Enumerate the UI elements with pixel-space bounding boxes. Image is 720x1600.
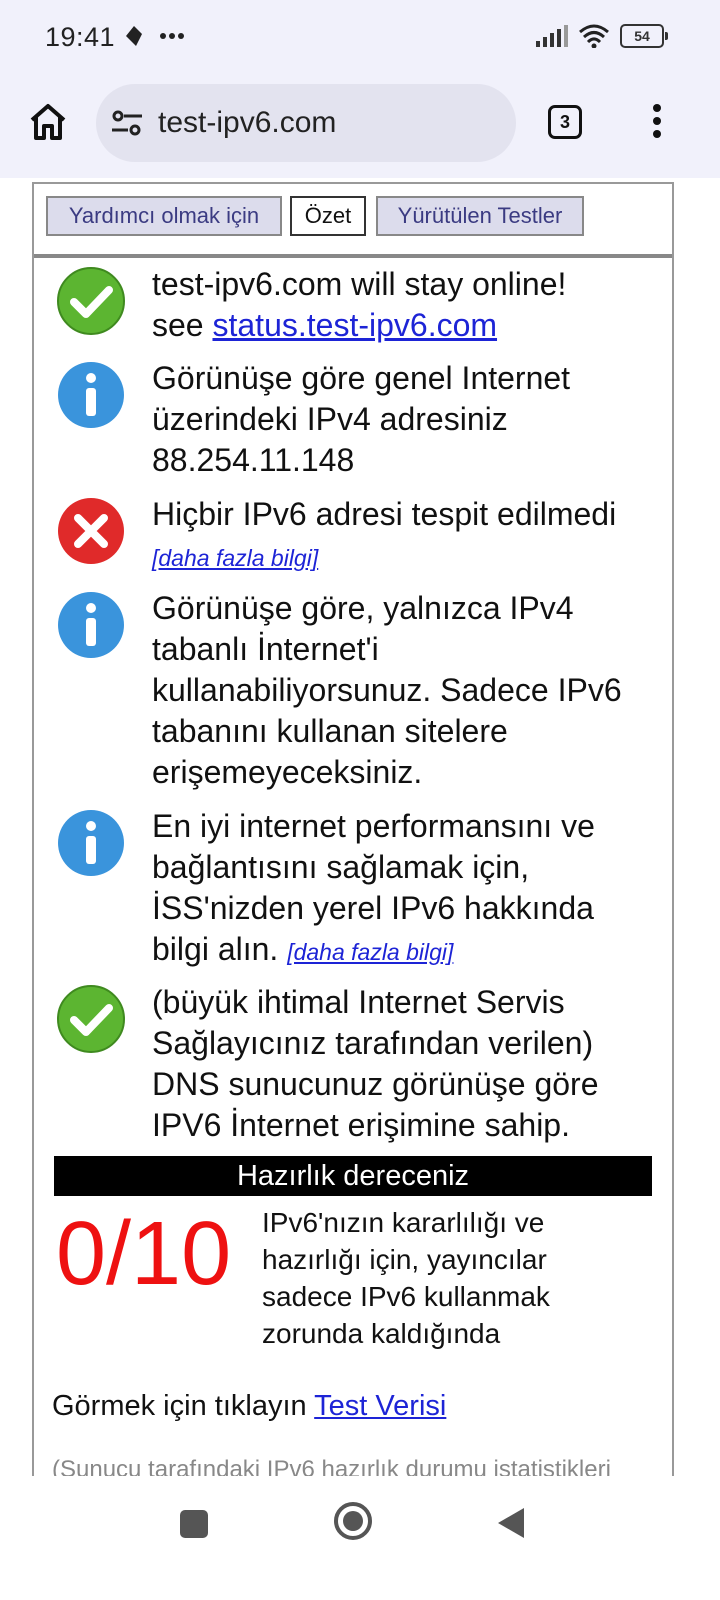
readiness-description: IPv6'nızın kararlılığı ve hazırlığı için… (262, 1207, 550, 1349)
wifi-icon (579, 24, 609, 48)
tab-bar: Yardımcı olmak için Özet Yürütülen Testl… (34, 184, 672, 258)
navigation-bar (0, 1476, 720, 1600)
tab-tests-run[interactable]: Yürütülen Testler (376, 196, 584, 236)
home-nav-icon[interactable] (332, 1500, 374, 1542)
home-icon[interactable] (28, 102, 68, 142)
test-data-line: Görmek için tıklayın Test Verisi (52, 1390, 446, 1423)
readiness-score: 0/10 (56, 1204, 232, 1304)
server-stats-text: (Sunucu tarafındaki IPv6 hazırlık durumu… (52, 1456, 611, 1478)
signal-icon (536, 25, 568, 47)
status-bar: 19:41 54 (0, 0, 720, 78)
status-time: 19:41 (45, 22, 116, 52)
info-icon (58, 362, 124, 428)
error-icon (58, 498, 124, 564)
test-data-link[interactable]: Test Verisi (314, 1390, 446, 1422)
result-text: Görünüşe göre genel Internet üzerindeki … (152, 360, 571, 478)
result-text: (büyük ihtimal Internet Servis Sağlayıcı… (152, 984, 599, 1143)
back-icon[interactable] (496, 1506, 526, 1540)
check-icon (57, 985, 125, 1053)
site-settings-icon[interactable] (110, 108, 144, 138)
page-content: Yardımcı olmak için Özet Yürütülen Testl… (32, 182, 674, 1478)
status-link[interactable]: status.test-ipv6.com (212, 307, 497, 343)
result-text: test-ipv6.com will stay online! (152, 266, 567, 302)
result-text-see: see (152, 307, 213, 343)
result-text: Hiçbir IPv6 adresi tespit edilmedi (152, 496, 617, 532)
readiness-header: Hazırlık dereceniz (54, 1156, 652, 1196)
result-text: Görünüşe göre, yalnızca IPv4 tabanlı İnt… (152, 590, 622, 790)
tab-summary[interactable]: Özet (290, 196, 366, 236)
battery-icon: 54 (620, 24, 668, 48)
url-text[interactable]: test-ipv6.com (158, 106, 336, 140)
recents-icon[interactable] (178, 1508, 210, 1540)
info-icon (58, 810, 124, 876)
browser-toolbar: test-ipv6.com 3 (0, 78, 720, 178)
info-icon (58, 592, 124, 658)
test-data-prefix: Görmek için tıklayın (52, 1390, 315, 1422)
tab-help[interactable]: Yardımcı olmak için (46, 196, 282, 236)
address-bar[interactable]: test-ipv6.com (96, 84, 516, 162)
overflow-menu-icon[interactable] (650, 104, 664, 140)
more-info-link[interactable]: [daha fazla bilgi] (152, 545, 318, 571)
tab-switcher-button[interactable]: 3 (548, 105, 582, 139)
check-icon (57, 267, 125, 335)
notification-icon (126, 26, 142, 46)
more-info-link[interactable]: [daha fazla bilgi] (287, 939, 453, 965)
more-dots-icon (160, 33, 184, 39)
